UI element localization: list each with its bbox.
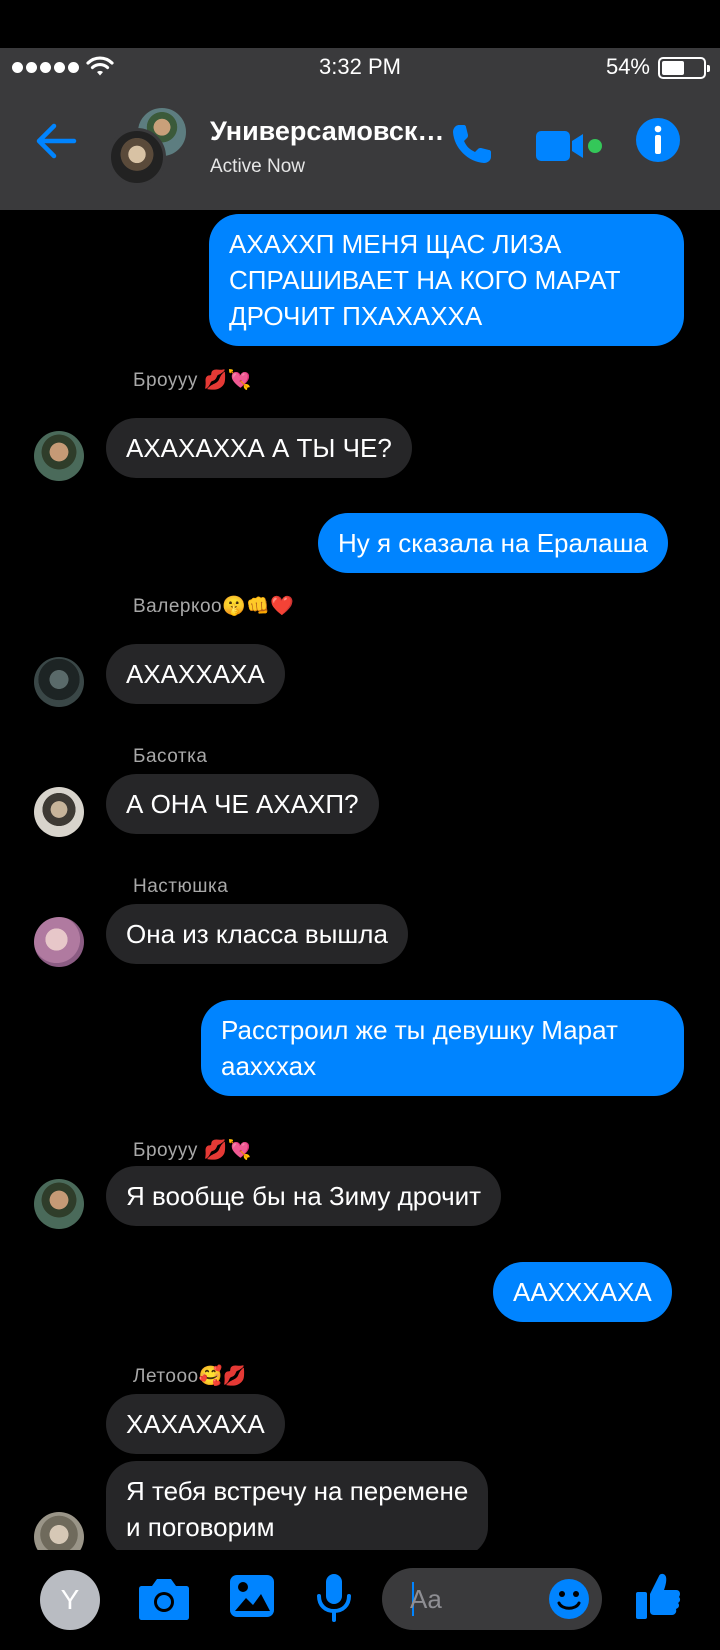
sender-avatar[interactable] — [34, 787, 84, 837]
sender-avatar[interactable] — [34, 431, 84, 481]
sender-name: Басотка — [133, 746, 208, 767]
incoming-message[interactable]: А ОНА ЧЕ АХАХП? — [106, 774, 379, 834]
incoming-message[interactable]: АХАХХАХА — [106, 644, 285, 704]
sender-name: Броууу 💋💘 — [133, 1140, 252, 1161]
outgoing-message[interactable]: Ну я сказала на Ералаша — [318, 513, 668, 573]
message-input[interactable] — [410, 1568, 540, 1630]
message-line: и поговорим — [126, 1512, 275, 1542]
incoming-message[interactable]: Она из класса вышла — [106, 904, 408, 964]
arrow-left-icon[interactable] — [32, 118, 78, 164]
message-line: Я тебя встречу на перемене — [126, 1476, 469, 1506]
message-line: Ну я сказала на Ералаша — [338, 528, 648, 558]
sender-name: Валеркоо🤫👊❤️ — [133, 596, 295, 617]
message-line: ХАХАХАХА — [126, 1409, 265, 1439]
status-bar: 3:32 PM 54% — [0, 48, 720, 88]
message-line: ДРОЧИТ ПХАХАХХА — [229, 301, 483, 331]
sender-avatar[interactable] — [34, 1512, 84, 1550]
message-line: А ОНА ЧЕ АХАХП? — [126, 789, 359, 819]
chat-title[interactable]: Универсамовская — [210, 116, 446, 147]
outgoing-message[interactable]: Расстроил же ты девушку Марат аахххах — [201, 1000, 684, 1096]
message-input-pill[interactable] — [382, 1568, 602, 1630]
my-avatar[interactable]: Y — [40, 1570, 100, 1630]
message-line: ААХХХАХА — [513, 1277, 652, 1307]
sender-name: Летооо🥰💋 — [133, 1366, 247, 1387]
sender-name: Настюшка — [133, 876, 229, 897]
message-line: АХАХАХХА А ТЫ ЧЕ? — [126, 433, 392, 463]
chat-active-status: Active Now — [210, 156, 306, 177]
message-line: Я вообще бы на Зиму дрочит — [126, 1181, 482, 1211]
chat-header: 3:32 PM 54% Универсамовская Active Now — [0, 48, 720, 210]
sender-avatar[interactable] — [34, 1179, 84, 1229]
sender-name: Броууу 💋💘 — [133, 370, 252, 391]
incoming-message[interactable]: Я вообще бы на Зиму дрочит — [106, 1166, 502, 1226]
message-line: СПРАШИВАЕТ НА КОГО МАРАТ — [229, 265, 621, 295]
microphone-icon[interactable] — [314, 1572, 354, 1624]
phone-icon[interactable] — [448, 120, 496, 168]
message-line: Она из класса вышла — [126, 919, 388, 949]
message-line: АХАХХП МЕНЯ ЩАС ЛИЗА — [229, 229, 562, 259]
incoming-message[interactable]: ХАХАХАХА — [106, 1394, 285, 1454]
sender-avatar[interactable] — [34, 917, 84, 967]
outgoing-message[interactable]: ААХХХАХА — [493, 1262, 672, 1322]
image-icon[interactable] — [228, 1572, 276, 1620]
battery-percent: 54% — [605, 54, 650, 79]
thumbs-up-icon[interactable] — [634, 1570, 682, 1622]
sender-avatar[interactable] — [34, 657, 84, 707]
incoming-message[interactable]: АХАХАХХА А ТЫ ЧЕ? — [106, 418, 412, 478]
message-thread[interactable]: АХАХХП МЕНЯ ЩАС ЛИЗА СПРАШИВАЕТ НА КОГО … — [0, 210, 720, 1550]
group-avatar-photo-2 — [108, 128, 166, 186]
top-strip — [0, 0, 720, 48]
battery-icon — [658, 57, 710, 79]
message-line: аахххах — [221, 1051, 317, 1081]
message-line: АХАХХАХА — [126, 659, 265, 689]
outgoing-message[interactable]: АХАХХП МЕНЯ ЩАС ЛИЗА СПРАШИВАЕТ НА КОГО … — [209, 214, 684, 346]
smiley-icon[interactable] — [548, 1578, 590, 1620]
composer-bar: Y — [0, 1550, 720, 1650]
camera-icon[interactable] — [138, 1574, 190, 1622]
group-avatar[interactable] — [108, 106, 188, 186]
message-line: Расстроил же ты девушку Марат — [221, 1015, 618, 1045]
info-icon[interactable] — [634, 116, 682, 164]
video-camera-icon[interactable] — [536, 124, 602, 166]
incoming-message[interactable]: Я тебя встречу на перемене и поговорим — [106, 1461, 489, 1550]
